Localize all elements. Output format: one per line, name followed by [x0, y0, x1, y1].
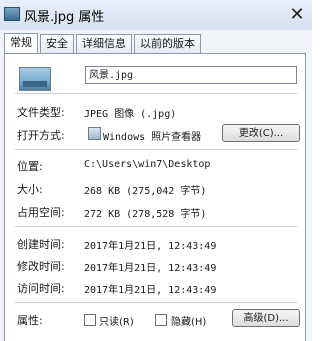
image-file-icon: [4, 7, 20, 21]
divider: [15, 149, 297, 150]
location-label: 位置:: [17, 160, 43, 173]
file-type-label: 文件类型:: [17, 106, 65, 119]
modified-label: 修改时间:: [17, 260, 65, 273]
location-value: C:\Users\win7\Desktop: [84, 159, 211, 170]
close-button[interactable]: ✕: [284, 2, 310, 26]
tab-details[interactable]: 详细信息: [76, 34, 132, 53]
divider: [15, 302, 297, 303]
divider: [15, 226, 297, 227]
advanced-button[interactable]: 高级(D)...: [232, 309, 300, 327]
tab-security[interactable]: 安全: [40, 34, 74, 53]
hidden-checkbox-label[interactable]: 隐藏(H): [171, 313, 206, 328]
readonly-checkbox[interactable]: [84, 314, 96, 326]
tab-previous-versions[interactable]: 以前的版本: [134, 34, 201, 53]
size-label: 大小:: [17, 183, 43, 196]
title-bar: 风景.jpg 属性 ✕: [0, 0, 312, 30]
readonly-checkbox-label[interactable]: 只读(R): [99, 313, 134, 328]
general-panel: 风景.jpg 文件类型: JPEG 图像 (.jpg) 打开方式: Window…: [4, 53, 306, 341]
file-type-value: JPEG 图像 (.jpg): [84, 109, 177, 120]
properties-dialog: 风景.jpg 属性 ✕ 常规 安全 详细信息 以前的版本 风景.jpg 文件类型…: [0, 0, 312, 341]
modified-value: 2017年1月21日, 12:43:49: [84, 263, 217, 274]
landscape-image-icon: [19, 67, 51, 91]
file-name-field[interactable]: 风景.jpg: [85, 66, 297, 84]
tab-general[interactable]: 常规: [4, 33, 38, 53]
size-on-disk-value: 272 KB (278,528 字节): [84, 209, 207, 220]
hidden-checkbox[interactable]: [155, 314, 167, 326]
divider: [15, 93, 297, 94]
opens-with-label: 打开方式:: [17, 129, 65, 142]
attributes-label: 属性:: [17, 314, 43, 327]
accessed-value: 2017年1月21日, 12:43:49: [84, 285, 217, 296]
opens-with-value: Windows 照片查看器: [103, 132, 202, 143]
size-on-disk-label: 占用空间:: [17, 206, 65, 219]
accessed-label: 访问时间:: [17, 282, 65, 295]
window-title: 风景.jpg 属性: [24, 10, 105, 25]
tab-bar: 常规 安全 详细信息 以前的版本: [4, 33, 203, 54]
created-value: 2017年1月21日, 12:43:49: [84, 241, 217, 252]
change-button[interactable]: 更改(C)...: [222, 124, 300, 142]
photo-viewer-icon: [88, 127, 101, 140]
size-value: 268 KB (275,042 字节): [84, 186, 207, 197]
created-label: 创建时间:: [17, 238, 65, 251]
